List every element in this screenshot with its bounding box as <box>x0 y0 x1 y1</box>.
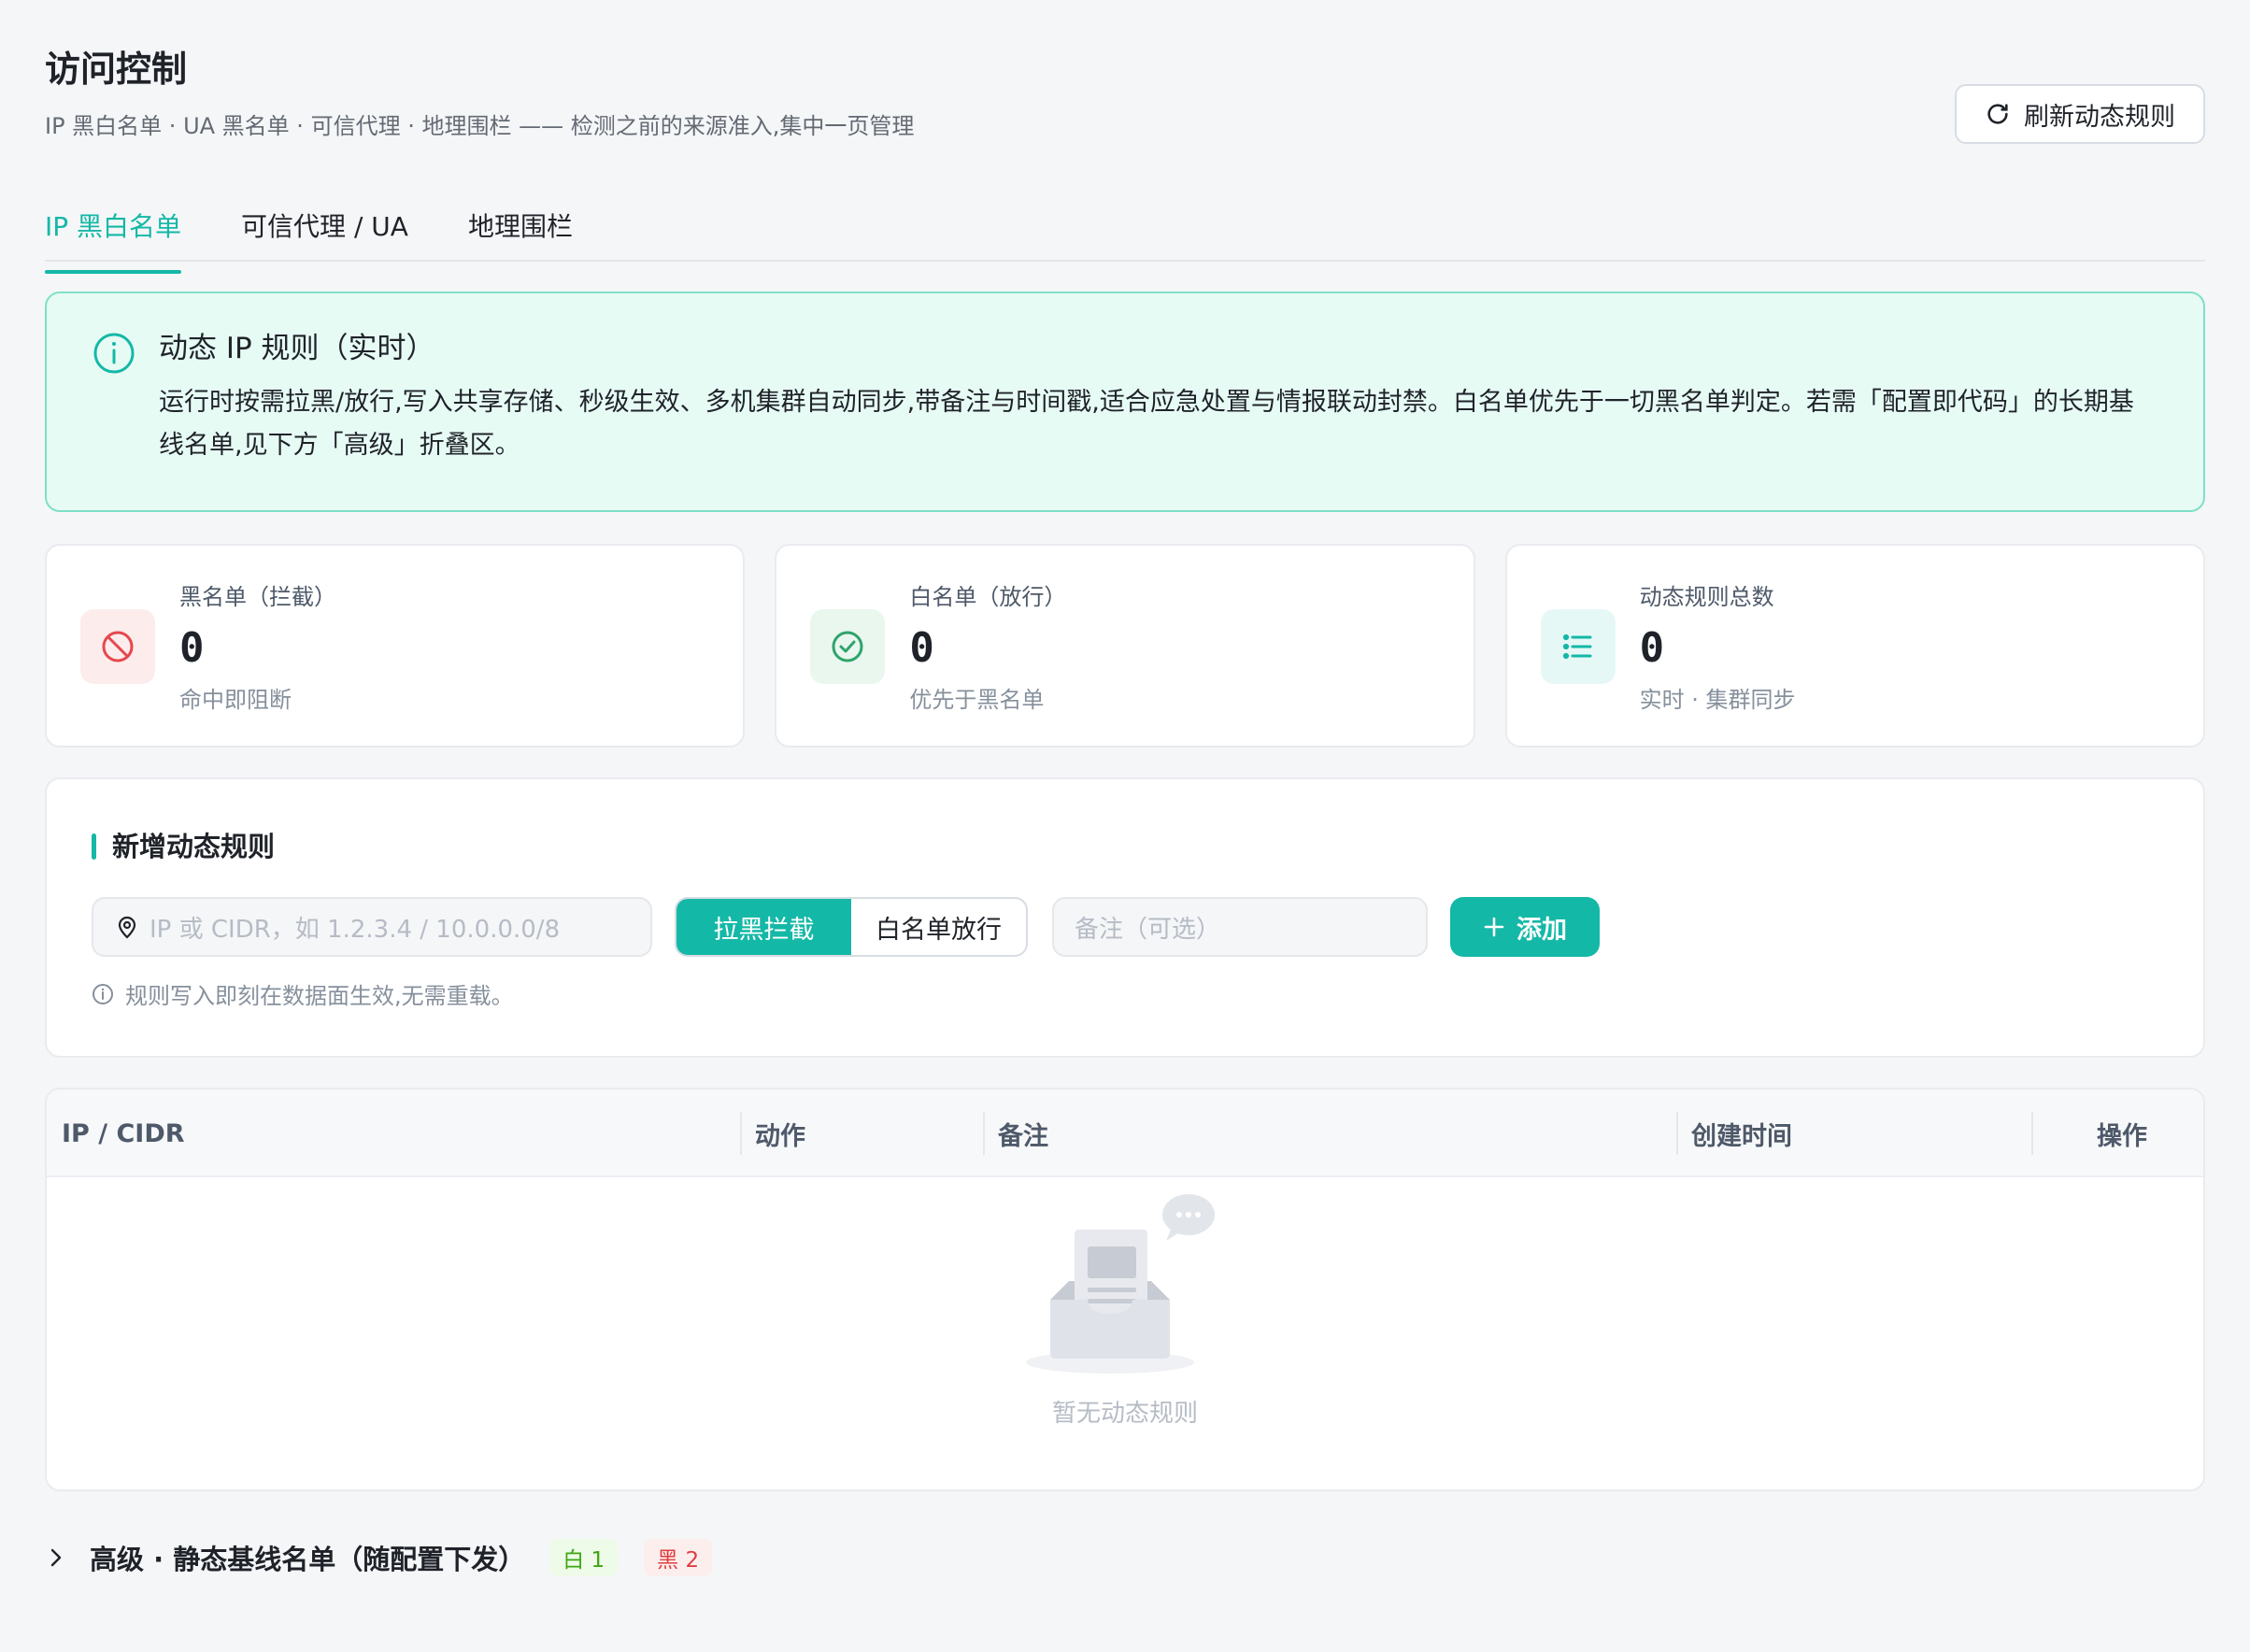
stat-label: 动态规则总数 <box>1639 584 1774 610</box>
info-banner: 动态 IP 规则（实时） 运行时按需拉黑/放行,写入共享存储、秒级生效、多机集群… <box>45 292 2205 512</box>
rules-table: IP / CIDR 动作 备注 创建时间 操作 暂无动态规则 <box>45 1088 2205 1491</box>
note-input[interactable]: 备注（可选） <box>1052 897 1428 957</box>
info-icon <box>93 983 113 1004</box>
action-segmented-control: 拉黑拦截 白名单放行 <box>675 897 1028 957</box>
stat-value: 0 <box>909 624 934 672</box>
hint-text: 规则写入即刻在数据面生效,无需重载。 <box>125 983 514 1009</box>
stat-card-blacklist: 黑名单（拦截） 0 命中即阻断 <box>45 544 746 748</box>
add-label: 添加 <box>1517 915 1567 945</box>
note-input-placeholder: 备注（可选） <box>1075 915 1221 944</box>
info-icon <box>93 333 135 374</box>
table-header: IP / CIDR 动作 备注 创建时间 操作 <box>47 1089 2203 1177</box>
advanced-collapse-header[interactable]: 高级 · 静态基线名单（随配置下发） 白 1 黑 2 <box>45 1534 2205 1581</box>
stat-label: 白名单（放行） <box>909 584 1067 610</box>
list-icon <box>1540 609 1616 684</box>
column-operations: 操作 <box>2031 1089 2203 1177</box>
page-header: 访问控制 IP 黑白名单 · UA 黑名单 · 可信代理 · 地理围栏 —— 检… <box>45 45 2205 144</box>
page-subtitle: IP 黑白名单 · UA 黑名单 · 可信代理 · 地理围栏 —— 检测之前的来… <box>45 113 915 139</box>
banner-text: 运行时按需拉黑/放行,写入共享存储、秒级生效、多机集群自动同步,带备注与时间戳,… <box>159 388 2134 460</box>
refresh-icon <box>1987 104 2008 124</box>
tab-proxy-ua[interactable]: 可信代理 / UA <box>241 207 408 260</box>
add-rule-button[interactable]: 添加 <box>1450 897 1600 957</box>
column-created-at: 创建时间 <box>1676 1089 2031 1177</box>
banner-title: 动态 IP 规则（实时） <box>159 332 435 365</box>
column-action: 动作 <box>740 1089 983 1177</box>
refresh-label: 刷新动态规则 <box>2024 102 2175 132</box>
refresh-rules-button[interactable]: 刷新动态规则 <box>1955 84 2205 144</box>
location-pin-icon <box>118 916 136 939</box>
column-ip-cidr: IP / CIDR <box>62 1118 185 1148</box>
access-control-page: 访问控制 IP 黑白名单 · UA 黑名单 · 可信代理 · 地理围栏 —— 检… <box>45 45 2205 1581</box>
stat-card-total: 动态规则总数 0 实时 · 集群同步 <box>1504 544 2205 748</box>
column-note: 备注 <box>983 1089 1676 1177</box>
tab-geofence[interactable]: 地理围栏 <box>468 207 573 260</box>
empty-state: 暂无动态规则 <box>47 1192 2203 1429</box>
stat-sub: 优先于黑名单 <box>909 687 1045 713</box>
new-rule-card: 新增动态规则 IP 或 CIDR，如 1.2.3.4 / 10.0.0.0/8 … <box>45 777 2205 1058</box>
hint: 规则写入即刻在数据面生效,无需重载。 <box>92 977 514 1010</box>
allow-option[interactable]: 白名单放行 <box>851 899 1026 955</box>
check-circle-icon <box>810 609 886 684</box>
stat-value: 0 <box>1639 624 1665 672</box>
stat-label: 黑名单（拦截） <box>179 584 336 610</box>
ban-icon <box>80 609 155 684</box>
ip-cidr-input[interactable]: IP 或 CIDR，如 1.2.3.4 / 10.0.0.0/8 <box>92 897 652 957</box>
stat-card-whitelist: 白名单（放行） 0 优先于黑名单 <box>775 544 1475 748</box>
tab-bar: IP 黑白名单 可信代理 / UA 地理围栏 <box>45 207 2205 274</box>
stats-row: 黑名单（拦截） 0 命中即阻断 白名单（放行） 0 优先于黑名单 动态规则总数 … <box>45 544 2205 748</box>
plus-icon <box>1484 917 1504 937</box>
stat-sub: 实时 · 集群同步 <box>1639 687 1796 713</box>
stat-sub: 命中即阻断 <box>179 687 292 713</box>
advanced-title: 高级 · 静态基线名单（随配置下发） <box>90 1544 526 1575</box>
empty-inbox-icon <box>1026 1194 1215 1374</box>
empty-text: 暂无动态规则 <box>1051 1400 1198 1428</box>
blacklist-count-badge: 黑 2 <box>644 1539 713 1576</box>
chevron-right-icon <box>50 1548 62 1567</box>
page-title: 访问控制 <box>45 49 188 90</box>
stat-value: 0 <box>179 624 205 672</box>
tab-ip-list[interactable]: IP 黑白名单 <box>45 207 182 274</box>
ip-input-placeholder: IP 或 CIDR，如 1.2.3.4 / 10.0.0.0/8 <box>150 915 561 944</box>
section-title: 新增动态规则 <box>92 828 275 865</box>
block-option[interactable]: 拉黑拦截 <box>676 899 851 955</box>
whitelist-count-badge: 白 1 <box>549 1539 619 1576</box>
